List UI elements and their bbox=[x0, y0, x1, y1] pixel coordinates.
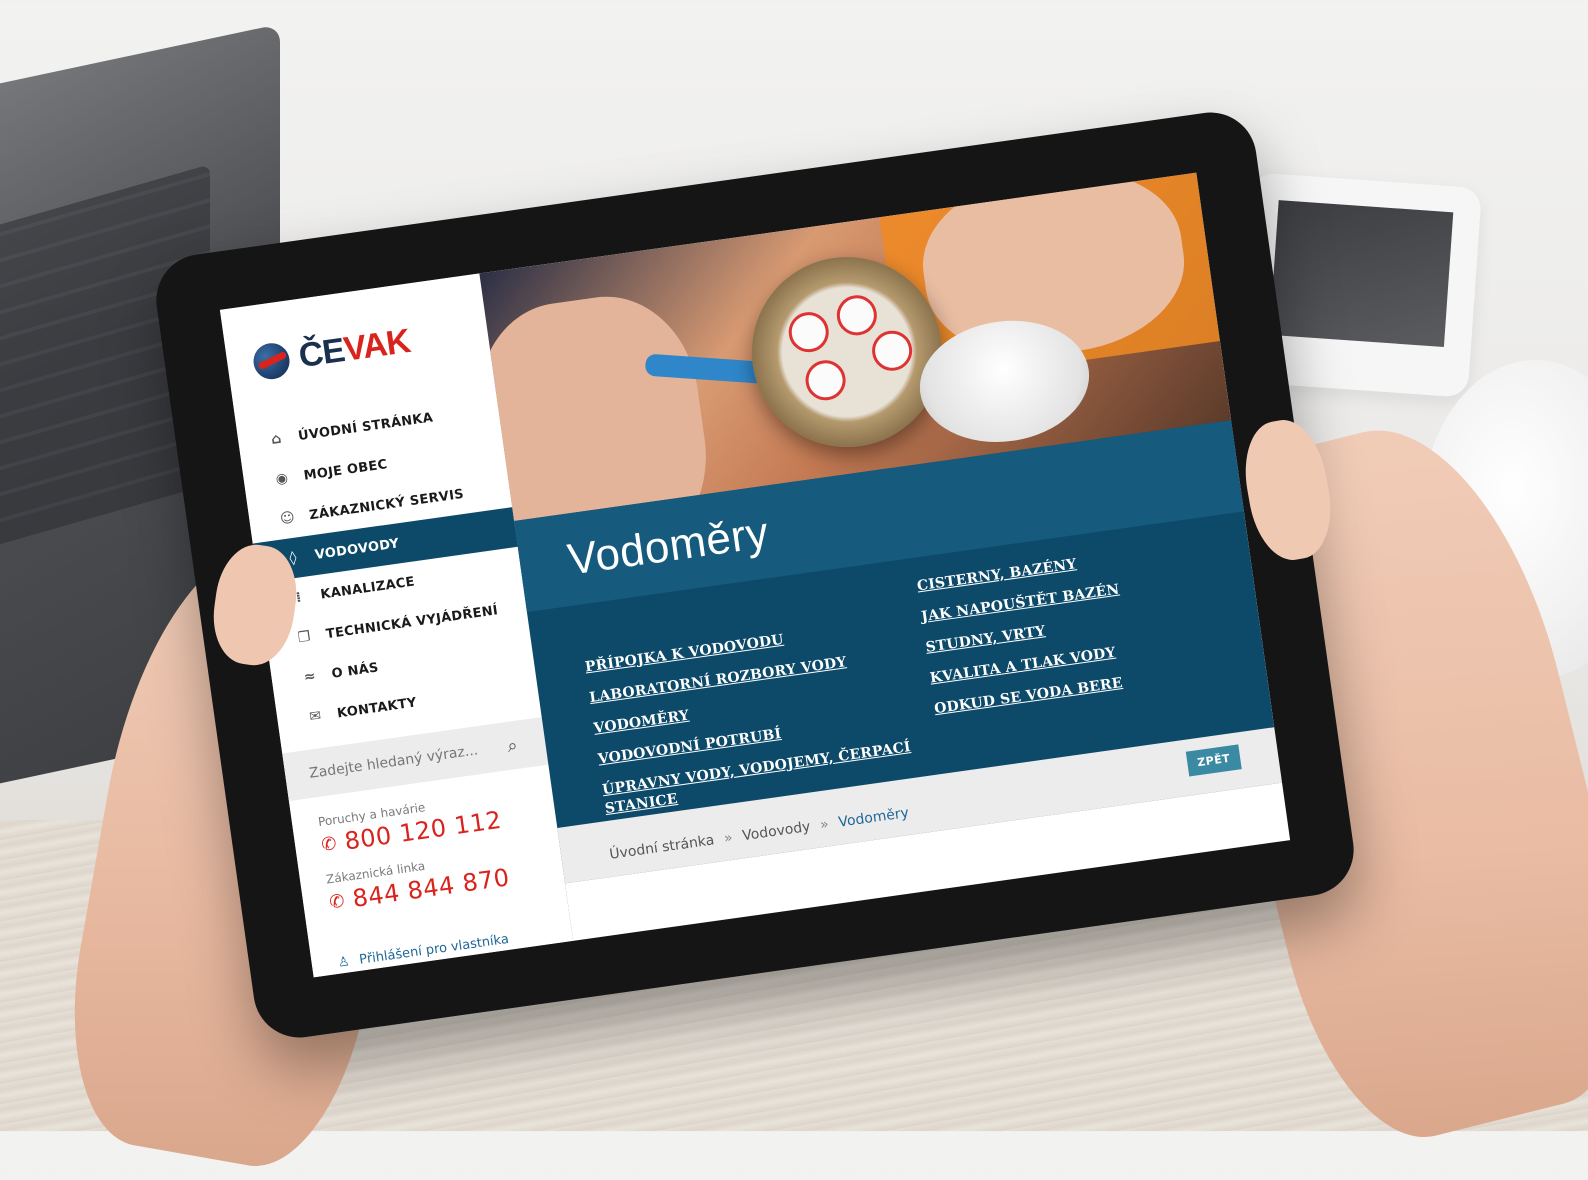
back-button[interactable]: ZPĚT bbox=[1185, 744, 1242, 777]
user-icon: ♙ bbox=[336, 954, 351, 971]
tablet-screen: ČEVAK ⌂ ÚVODNÍ STRÁNKA ◉ MOJE OBEC ☺ ZÁK… bbox=[219, 172, 1291, 978]
phone-icon: ✆ bbox=[327, 889, 347, 913]
meter-dial bbox=[786, 309, 832, 355]
home-icon: ⌂ bbox=[270, 430, 283, 448]
breadcrumb-separator: » bbox=[819, 816, 830, 834]
search-input[interactable] bbox=[306, 739, 491, 784]
customer-service-icon: ☺ bbox=[279, 509, 297, 528]
nav-item-label: KONTAKTY bbox=[336, 694, 418, 721]
meter-dial bbox=[802, 357, 849, 403]
logo-mark-icon bbox=[251, 340, 292, 382]
tablet-device: ČEVAK ⌂ ÚVODNÍ STRÁNKA ◉ MOJE OBEC ☺ ZÁK… bbox=[150, 106, 1360, 1044]
nav-item-label: VODOVODY bbox=[313, 535, 401, 563]
logo[interactable]: ČEVAK bbox=[251, 322, 412, 383]
nav-item-label: ÚVODNÍ STRÁNKA bbox=[297, 409, 434, 444]
logo-text: ČEVAK bbox=[296, 322, 412, 376]
waves-icon: ≈ bbox=[302, 668, 317, 686]
owner-login-label: Přihlášení pro vlastníka bbox=[358, 931, 510, 968]
phone-icon: ✆ bbox=[319, 832, 339, 856]
envelope-icon: ✉ bbox=[308, 707, 323, 726]
owner-login-link[interactable]: ♙ Přihlášení pro vlastníka bbox=[337, 932, 510, 971]
nav-item-label: O NÁS bbox=[330, 659, 380, 682]
nav-item-label: KANALIZACE bbox=[319, 573, 416, 603]
phone-screen bbox=[1269, 200, 1454, 348]
nav-item-label: MOJE OBEC bbox=[302, 456, 389, 484]
location-pin-icon: ◉ bbox=[274, 470, 290, 488]
search-icon[interactable]: ⌕ bbox=[506, 734, 519, 756]
meter-dial bbox=[869, 328, 915, 374]
breadcrumb-separator: » bbox=[722, 829, 734, 847]
links-column-right: CISTERNY, BAZÉNY JAK NAPOUŠTĚT BAZÉN STU… bbox=[916, 539, 1221, 772]
documents-icon: ❐ bbox=[296, 628, 312, 647]
contact-block: Poruchy a havárie ✆ 800 120 112 Zákaznic… bbox=[317, 790, 513, 930]
logo-text-part2: VAK bbox=[341, 321, 413, 369]
logo-text-part1: ČE bbox=[296, 331, 347, 376]
meter-dial bbox=[834, 292, 880, 338]
hero-hand-left bbox=[479, 285, 720, 529]
